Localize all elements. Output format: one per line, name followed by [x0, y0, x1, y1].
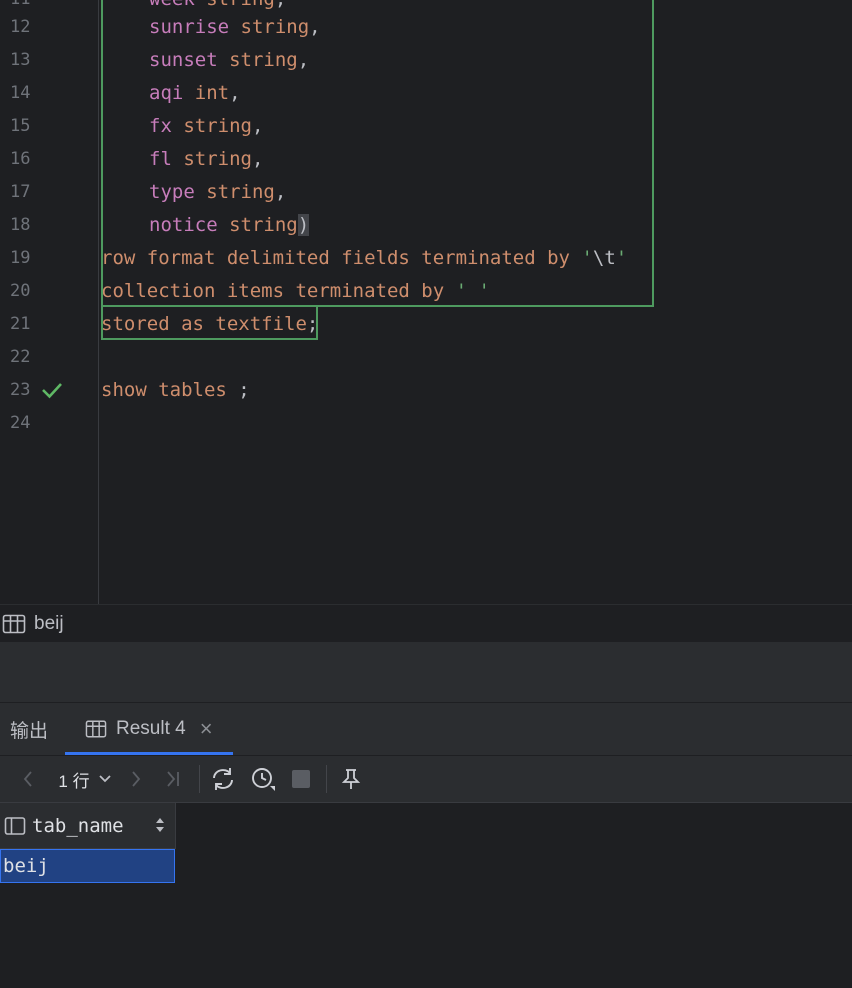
code-token: show tables — [101, 379, 239, 401]
table-cell[interactable]: beij — [0, 849, 175, 883]
code-token: collection items terminated by — [101, 280, 456, 302]
line-number: 16 — [10, 149, 31, 169]
rows-dropdown[interactable]: 1 行 — [56, 756, 114, 802]
code-line[interactable]: show tables ; — [101, 374, 250, 407]
line-number: 22 — [10, 347, 31, 367]
code-line[interactable]: row format delimited fields terminated b… — [101, 242, 627, 275]
line-number: 12 — [10, 17, 31, 37]
code-token: \t — [592, 247, 616, 269]
code-token: string — [194, 181, 275, 203]
rows-label: 1 行 — [58, 771, 90, 791]
sort-icon[interactable] — [155, 817, 165, 833]
column-header[interactable]: tab_name — [0, 803, 176, 849]
line-number: 24 — [10, 413, 31, 433]
tab-label: Result 4 — [116, 718, 186, 739]
code-token: string — [217, 49, 298, 71]
history-clock-icon[interactable] — [249, 756, 277, 802]
code-line[interactable]: sunrise string, — [149, 11, 321, 44]
code-token: , — [251, 148, 264, 170]
code-line[interactable]: fx string, — [149, 110, 263, 143]
prev-page-icon[interactable] — [16, 756, 40, 802]
results-grid[interactable]: tab_name beij — [0, 803, 852, 988]
code-token: string — [195, 0, 275, 10]
code-token: stored as textfile — [101, 313, 307, 335]
refresh-icon[interactable] — [209, 756, 237, 802]
code-token: , — [275, 0, 286, 10]
code-token: string — [217, 214, 298, 236]
next-page-icon[interactable] — [124, 756, 148, 802]
results-toolbar: 1 行 — [0, 756, 852, 803]
code-token: string — [171, 148, 252, 170]
code-token: string — [229, 16, 310, 38]
close-icon[interactable]: × — [200, 716, 213, 742]
code-token: string — [171, 115, 252, 137]
code-token: sunset — [149, 49, 218, 71]
breadcrumb[interactable]: beij — [0, 604, 852, 643]
code-token: ' — [615, 247, 628, 269]
line-number: 13 — [10, 50, 31, 70]
line-number: 19 — [10, 248, 31, 268]
code-line[interactable]: type string, — [149, 176, 286, 209]
table-icon — [85, 720, 107, 738]
code-token: ; — [238, 379, 250, 401]
code-token: sunrise — [149, 16, 230, 38]
breadcrumb-label: beij — [34, 613, 64, 634]
line-number: 18 — [10, 215, 31, 235]
column-header-label: tab_name — [32, 814, 124, 837]
code-token: ; — [306, 313, 319, 335]
code-token: , — [251, 115, 264, 137]
code-line[interactable]: notice string) — [149, 209, 310, 242]
line-number: 20 — [10, 281, 31, 301]
tab-output[interactable]: 输出 — [10, 703, 48, 755]
tab-label: 输出 — [10, 720, 49, 742]
panel-separator — [0, 642, 852, 703]
code-token: fl — [149, 148, 172, 170]
code-line[interactable]: stored as textfile; — [101, 308, 318, 341]
code-token: , — [274, 181, 287, 203]
checkmark-icon — [42, 383, 62, 399]
cell-value: beij — [3, 855, 49, 877]
code-line[interactable]: fl string, — [149, 143, 263, 176]
code-token: notice — [149, 214, 218, 236]
code-editor[interactable]: 11 12 13 14 15 16 17 18 19 20 21 22 23 2… — [0, 0, 852, 604]
column-icon — [4, 816, 26, 835]
active-tab-indicator — [65, 752, 233, 755]
code-line[interactable]: aqi int, — [149, 77, 241, 110]
code-token: type — [149, 181, 195, 203]
code-token: week — [149, 0, 195, 10]
code-token: aqi — [149, 82, 184, 104]
code-token: int — [183, 82, 230, 104]
code-token: row format delimited fields terminated b… — [101, 247, 582, 269]
last-page-icon[interactable] — [160, 756, 186, 802]
line-number: 17 — [10, 182, 31, 202]
toolbar-separator — [326, 765, 327, 793]
code-token: , — [309, 16, 321, 38]
code-token: fx — [149, 115, 172, 137]
code-line[interactable]: collection items terminated by ' ' — [101, 275, 490, 308]
pin-icon[interactable] — [339, 756, 363, 802]
code-line[interactable]: sunset string, — [149, 44, 309, 77]
matched-paren: ) — [297, 214, 310, 236]
table-icon — [2, 614, 26, 634]
tool-window-tabs: 输出 Result 4 × — [0, 703, 852, 756]
tab-result-4[interactable]: Result 4 × — [85, 703, 213, 755]
line-number: 21 — [10, 314, 31, 334]
stop-icon[interactable] — [289, 756, 313, 802]
code-token: ' ' — [455, 280, 490, 302]
line-number: 23 — [10, 380, 31, 400]
dropdown-chevron-icon — [98, 775, 111, 783]
toolbar-separator — [199, 765, 200, 793]
line-number: 14 — [10, 83, 31, 103]
line-number: 15 — [10, 116, 31, 136]
code-token: ' — [581, 247, 593, 269]
code-token: , — [229, 82, 241, 104]
code-token: , — [297, 49, 310, 71]
gutter-divider — [98, 0, 99, 604]
